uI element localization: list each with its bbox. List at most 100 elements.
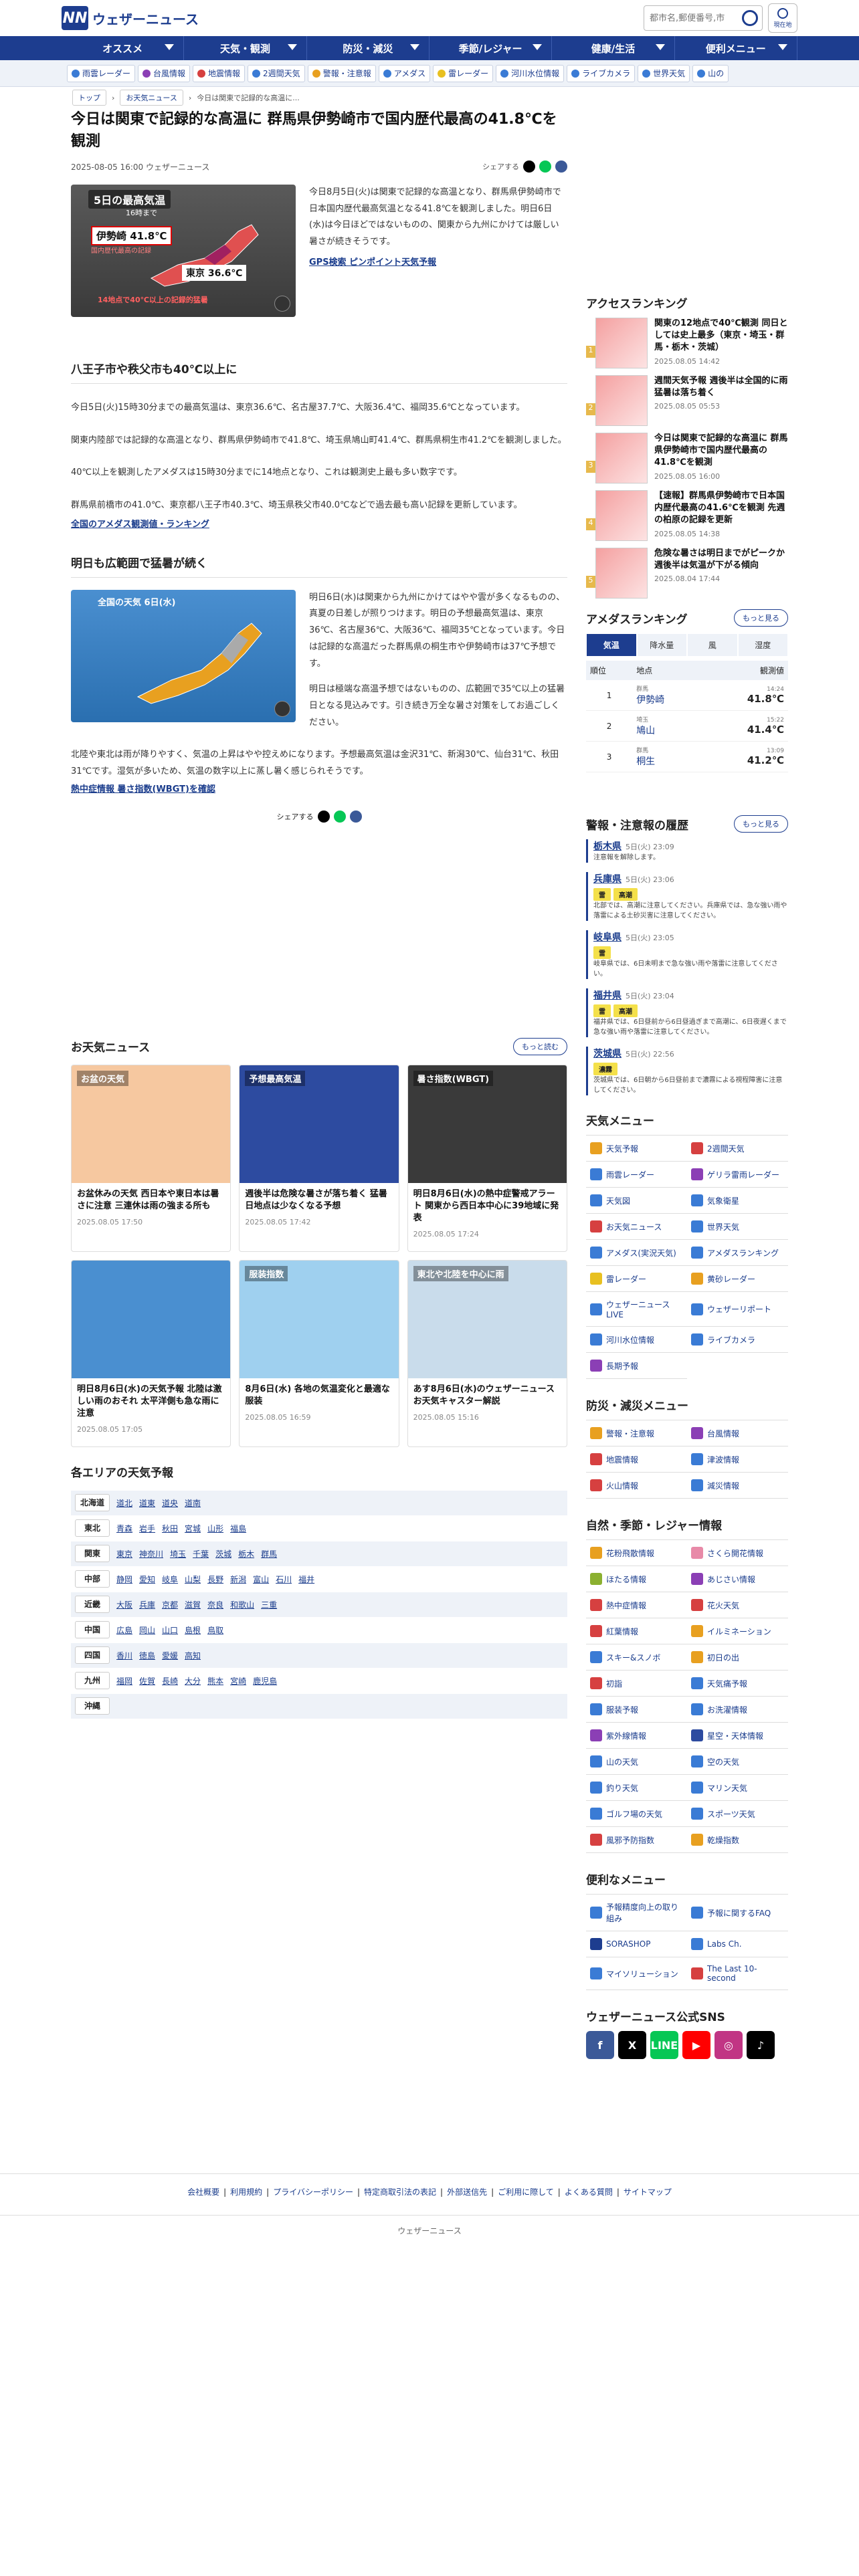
area-pref-link[interactable]: 道央 — [162, 1497, 178, 1509]
area-pref-link[interactable]: 道東 — [139, 1497, 155, 1509]
area-pref-link[interactable]: 大分 — [185, 1675, 201, 1687]
gnav-item[interactable]: 防災・減災 — [307, 36, 430, 60]
area-pref-link[interactable]: 千葉 — [193, 1548, 209, 1560]
quick-link[interactable]: 2週間天気 — [248, 64, 305, 82]
area-pref-link[interactable]: 東京 — [116, 1548, 132, 1560]
warning-item[interactable]: 兵庫県 5日(火) 23:06 雷高潮 北部では、高潮に注意してください。兵庫県では、… — [586, 872, 788, 921]
zoom-icon[interactable] — [274, 700, 290, 717]
menu-item[interactable]: The Last 10-second — [687, 1957, 788, 1990]
menu-item[interactable]: 2週間天気 — [687, 1136, 788, 1162]
footer-link[interactable]: よくある質問 — [565, 2187, 613, 2197]
area-pref-link[interactable]: 群馬 — [261, 1548, 277, 1560]
gnav-item[interactable]: 季節/レジャー — [430, 36, 553, 60]
share-line-icon[interactable] — [539, 160, 551, 173]
share-facebook-icon[interactable] — [349, 810, 362, 823]
footer-link[interactable]: 利用規約 — [230, 2187, 262, 2197]
amedas-link[interactable]: 全国のアメダス観測値・ランキング — [71, 520, 209, 530]
amedas-tab[interactable]: 湿度 — [737, 633, 788, 657]
area-pref-link[interactable]: 岩手 — [139, 1523, 155, 1534]
amedas-tab[interactable]: 気温 — [586, 633, 637, 657]
quick-link[interactable]: 台風情報 — [138, 64, 191, 82]
menu-item[interactable]: 地震情報 — [586, 1446, 687, 1473]
menu-item[interactable]: 予報に関するFAQ — [687, 1895, 788, 1931]
area-pref-link[interactable]: 石川 — [276, 1574, 292, 1585]
area-pref-link[interactable]: 福井 — [298, 1574, 314, 1585]
area-pref-link[interactable]: 新潟 — [230, 1574, 246, 1585]
search-input[interactable] — [650, 13, 743, 23]
site-logo[interactable]: NN ウェザーニュース — [62, 6, 199, 30]
footer-link[interactable]: ご利用に際して — [498, 2187, 554, 2197]
area-pref-link[interactable]: 山口 — [162, 1624, 178, 1636]
news-card[interactable]: 服装指数 8月6日(水) 各地の気温変化と最適な服装 2025.08.05 16:5… — [239, 1259, 399, 1447]
zoom-icon[interactable] — [274, 296, 290, 312]
news-more-button[interactable]: もっと読む — [513, 1037, 567, 1055]
menu-item[interactable]: マリン天気 — [687, 1775, 788, 1801]
area-pref-link[interactable]: 岐阜 — [162, 1574, 178, 1585]
menu-item[interactable]: 雨雲レーダー — [586, 1162, 687, 1188]
area-pref-link[interactable]: 福島 — [230, 1523, 246, 1534]
menu-item[interactable]: イルミネーション — [687, 1618, 788, 1644]
menu-item[interactable]: スポーツ天気 — [687, 1801, 788, 1827]
footer-link[interactable]: 外部送信先 — [447, 2187, 487, 2197]
gnav-item[interactable]: 健康/生活 — [552, 36, 675, 60]
menu-item[interactable]: Labs Ch. — [687, 1931, 788, 1957]
quick-link[interactable]: 地震情報 — [193, 64, 246, 82]
footer-link[interactable]: サイトマップ — [624, 2187, 672, 2197]
area-pref-link[interactable]: 愛媛 — [162, 1650, 178, 1661]
menu-item[interactable]: 初詣 — [586, 1671, 687, 1697]
menu-item[interactable]: 予報精度向上の取り組み — [586, 1895, 687, 1931]
menu-item[interactable]: 花粉飛散情報 — [586, 1540, 687, 1566]
forecast-map-image[interactable]: 全国の天気 6日(水) — [71, 589, 296, 722]
lead-map-image[interactable]: 5日の最高気温 16時まで 伊勢崎 41.8℃ 国内歴代最高の記録 東京 36.… — [71, 185, 296, 317]
menu-item[interactable]: お洗濯情報 — [687, 1697, 788, 1723]
menu-item[interactable]: 長期予報 — [586, 1353, 687, 1379]
quick-link[interactable]: 雷レーダー — [433, 64, 494, 82]
menu-item[interactable]: 山の天気 — [586, 1749, 687, 1775]
area-pref-link[interactable]: 広島 — [116, 1624, 132, 1636]
area-pref-link[interactable]: 鳥取 — [207, 1624, 223, 1636]
search-icon[interactable] — [742, 10, 758, 26]
menu-item[interactable]: 花火天気 — [687, 1592, 788, 1618]
menu-item[interactable]: スキー&スノボ — [586, 1644, 687, 1671]
sns-button[interactable]: LINE — [650, 2031, 678, 2059]
footer-link[interactable]: 特定商取引法の表記 — [364, 2187, 436, 2197]
menu-item[interactable]: 空の天気 — [687, 1749, 788, 1775]
menu-item[interactable]: アメダス(実況天気) — [586, 1240, 687, 1266]
menu-item[interactable]: あじさい情報 — [687, 1566, 788, 1592]
area-pref-link[interactable]: 宮城 — [185, 1523, 201, 1534]
menu-item[interactable]: 世界天気 — [687, 1214, 788, 1240]
menu-item[interactable]: SORASHOP — [586, 1931, 687, 1957]
area-pref-link[interactable]: 道北 — [116, 1497, 132, 1509]
area-pref-link[interactable]: 長野 — [207, 1574, 223, 1585]
amedas-tab[interactable]: 降水量 — [636, 633, 687, 657]
warnings-more-button[interactable]: もっと見る — [734, 815, 788, 833]
gnav-item[interactable]: 便利メニュー — [675, 36, 797, 60]
area-pref-link[interactable]: 山形 — [207, 1523, 223, 1534]
menu-item[interactable]: 熱中症情報 — [586, 1592, 687, 1618]
share-line-icon[interactable] — [333, 810, 346, 823]
warning-pref[interactable]: 福井県 — [593, 990, 622, 1001]
warning-pref[interactable]: 兵庫県 — [593, 874, 622, 885]
warning-pref[interactable]: 栃木県 — [593, 841, 622, 852]
gnav-item[interactable]: オススメ — [62, 36, 185, 60]
area-pref-link[interactable]: 島根 — [185, 1624, 201, 1636]
menu-item[interactable]: 気象衛星 — [687, 1188, 788, 1214]
area-pref-link[interactable]: 高知 — [185, 1650, 201, 1661]
menu-item[interactable]: 釣り天気 — [586, 1775, 687, 1801]
area-pref-link[interactable]: 大阪 — [116, 1599, 132, 1610]
quick-link[interactable]: アメダス — [378, 64, 431, 82]
menu-item[interactable]: ウェザーリポート — [687, 1292, 788, 1327]
area-pref-link[interactable]: 道南 — [185, 1497, 201, 1509]
menu-item[interactable]: 減災情報 — [687, 1473, 788, 1499]
sns-button[interactable]: X — [618, 2031, 646, 2059]
area-pref-link[interactable]: 三重 — [261, 1599, 277, 1610]
amedas-row[interactable]: 3 群馬 桐生 13:09 41.2℃ — [586, 741, 788, 772]
area-pref-link[interactable]: 福岡 — [116, 1675, 132, 1687]
menu-item[interactable]: 初日の出 — [687, 1644, 788, 1671]
quick-link[interactable]: 河川水位情報 — [496, 64, 565, 82]
ranking-item[interactable]: 5 危険な暑さは明日までがピークか 週後半は気温が下がる傾向 2025.08.04 … — [586, 548, 788, 599]
area-pref-link[interactable]: 埼玉 — [170, 1548, 186, 1560]
area-pref-link[interactable]: 神奈川 — [139, 1548, 163, 1560]
menu-item[interactable]: アメダスランキング — [687, 1240, 788, 1266]
ranking-item[interactable]: 2 週間天気予報 週後半は全国的に雨 猛暑は落ち着く 2025.08.05 05:5… — [586, 375, 788, 426]
